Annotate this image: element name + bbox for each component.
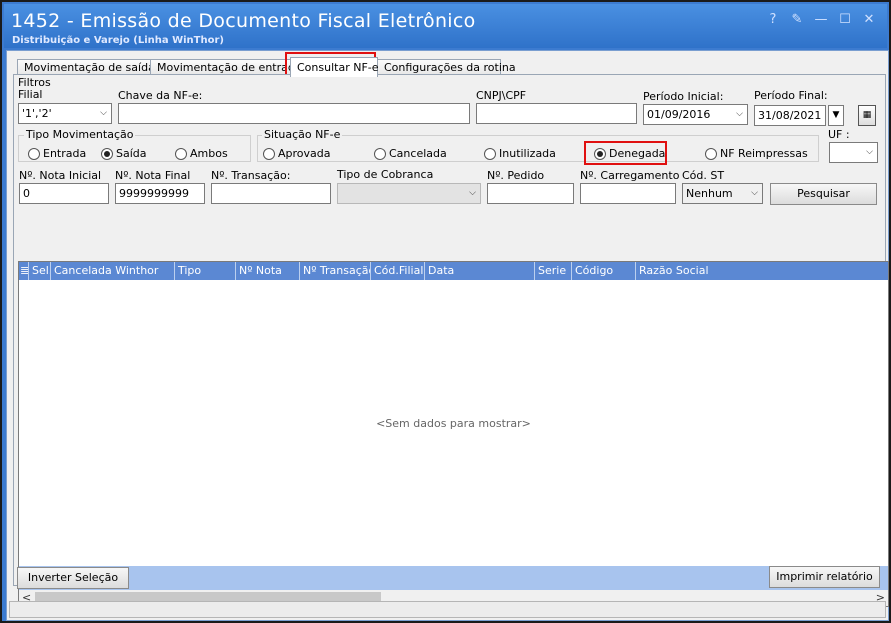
radio-aprovada[interactable]: Aprovada [263, 147, 331, 160]
column-serie[interactable]: Serie [535, 262, 572, 280]
tab-bar: Movimentação de saída Movimentação de en… [17, 57, 516, 77]
column-cancelada-winthor[interactable]: Cancelada Winthor [51, 262, 175, 280]
periodo-final-dropdown[interactable]: ▼ [828, 105, 844, 126]
nota-final-label: Nº. Nota Final [115, 169, 191, 182]
chave-label: Chave da NF-e: [118, 89, 203, 102]
cod-st-value: Nenhum [686, 187, 733, 200]
radio-entrada[interactable]: Entrada [28, 147, 86, 160]
status-bar [9, 601, 886, 618]
client-area: Movimentação de saída Movimentação de en… [6, 50, 889, 621]
radio-cancelada[interactable]: Cancelada [374, 147, 447, 160]
radio-icon [263, 147, 275, 160]
imprimir-relatorio-button[interactable]: Imprimir relatório [769, 566, 880, 588]
carregamento-input[interactable] [580, 183, 676, 204]
column-num-nota[interactable]: Nº Nota [236, 262, 300, 280]
radio-inutilizada[interactable]: Inutilizada [484, 147, 556, 160]
main-window: 1452 - Emissão de Documento Fiscal Eletr… [0, 0, 891, 623]
periodo-final-label: Período Final: [754, 89, 828, 102]
edit-icon[interactable]: ✎ [785, 10, 809, 30]
radio-aprovada-label: Aprovada [278, 147, 331, 160]
grid-header: ≣ Sel. Cancelada Winthor Tipo Nº Nota Nº… [19, 262, 888, 280]
radio-saida[interactable]: Saída [101, 147, 147, 160]
periodo-inicial-value: 01/09/2016 [647, 108, 711, 121]
minimize-button[interactable]: — [809, 10, 833, 30]
chevron-down-icon: ⌵ [736, 109, 743, 119]
cnpj-label: CNPJ\CPF [476, 89, 527, 102]
cnpj-input[interactable] [476, 103, 637, 124]
periodo-inicial-label: Período Inicial: [643, 90, 724, 103]
column-chooser-icon[interactable]: ≣ [19, 262, 29, 280]
results-grid[interactable]: ≣ Sel. Cancelada Winthor Tipo Nº Nota Nº… [18, 261, 889, 607]
radio-icon [28, 147, 40, 160]
radio-ambos-label: Ambos [190, 147, 228, 160]
pedido-input[interactable] [487, 183, 574, 204]
help-button[interactable]: ? [761, 10, 785, 30]
chevron-down-icon: ⌵ [469, 188, 476, 198]
cod-st-label: Cód. ST [682, 169, 725, 182]
situacao-label: Situação NF-e [262, 128, 343, 141]
uf-label: UF : [828, 128, 850, 141]
column-razao-social[interactable]: Razão Social [636, 262, 888, 280]
pesquisar-button[interactable]: Pesquisar [770, 183, 877, 205]
radio-icon [484, 147, 496, 160]
consultar-panel: Filtros Filial '1','2' ⌵ Chave da NF-e: … [13, 74, 889, 607]
column-data[interactable]: Data [425, 262, 535, 280]
periodo-final-input[interactable]: 31/08/2021 [754, 105, 826, 126]
highlight-denegada [584, 141, 667, 165]
uf-select[interactable]: ⌵ [829, 142, 878, 163]
filial-label: Filial [18, 88, 43, 101]
title-bar[interactable]: 1452 - Emissão de Documento Fiscal Eletr… [4, 4, 887, 48]
tipo-cobranca-select[interactable]: ⌵ [337, 183, 481, 204]
grid-footer [19, 566, 888, 590]
tipo-mov-label: Tipo Movimentação [24, 128, 136, 141]
carregamento-label: Nº. Carregamento [580, 169, 680, 182]
calendar-icon[interactable]: ▦ [858, 105, 876, 126]
nota-inicial-label: Nº. Nota Inicial [19, 169, 102, 182]
radio-icon [374, 147, 386, 160]
nota-inicial-input[interactable]: 0 [19, 183, 109, 204]
radio-icon [175, 147, 187, 160]
inverter-selecao-button[interactable]: Inverter Seleção [17, 567, 129, 589]
chave-input[interactable] [118, 103, 470, 124]
tab-consultar-nfe[interactable]: Consultar NF-e [290, 57, 379, 77]
chevron-down-icon: ⌵ [100, 108, 107, 118]
chevron-down-icon: ⌵ [751, 188, 758, 198]
nota-final-input[interactable]: 9999999999 [115, 183, 205, 204]
tipo-cobranca-label: Tipo de Cobranca [337, 168, 434, 181]
radio-nf-reimpressas[interactable]: NF Reimpressas [705, 147, 808, 160]
filial-select[interactable]: '1','2' ⌵ [18, 103, 112, 124]
chevron-down-icon: ⌵ [866, 147, 873, 157]
transacao-label: Nº. Transação: [211, 169, 291, 182]
window-subtitle: Distribuição e Varejo (Linha WinThor) [12, 35, 224, 46]
column-cod-filial[interactable]: Cód.Filial [371, 262, 425, 280]
window-title: 1452 - Emissão de Documento Fiscal Eletr… [11, 10, 476, 32]
column-num-transacao[interactable]: Nº Transação [300, 262, 371, 280]
radio-icon [705, 147, 717, 160]
pedido-label: Nº. Pedido [487, 169, 545, 182]
periodo-inicial-input[interactable]: 01/09/2016 ⌵ [643, 104, 748, 125]
maximize-button[interactable]: ☐ [833, 10, 857, 30]
radio-inutilizada-label: Inutilizada [499, 147, 556, 160]
radio-saida-label: Saída [116, 147, 147, 160]
radio-nf-reimpressas-label: NF Reimpressas [720, 147, 808, 160]
radio-entrada-label: Entrada [43, 147, 87, 160]
empty-grid-message: <Sem dados para mostrar> [376, 417, 531, 430]
transacao-input[interactable] [211, 183, 331, 204]
radio-ambos[interactable]: Ambos [175, 147, 228, 160]
column-codigo[interactable]: Código [572, 262, 636, 280]
radio-cancelada-label: Cancelada [389, 147, 447, 160]
column-tipo[interactable]: Tipo [175, 262, 236, 280]
column-sel[interactable]: Sel. [29, 262, 51, 280]
filial-value: '1','2' [22, 107, 52, 120]
close-button[interactable]: ✕ [857, 10, 881, 30]
radio-selected-icon [101, 147, 113, 160]
cod-st-select[interactable]: Nenhum ⌵ [682, 183, 763, 204]
